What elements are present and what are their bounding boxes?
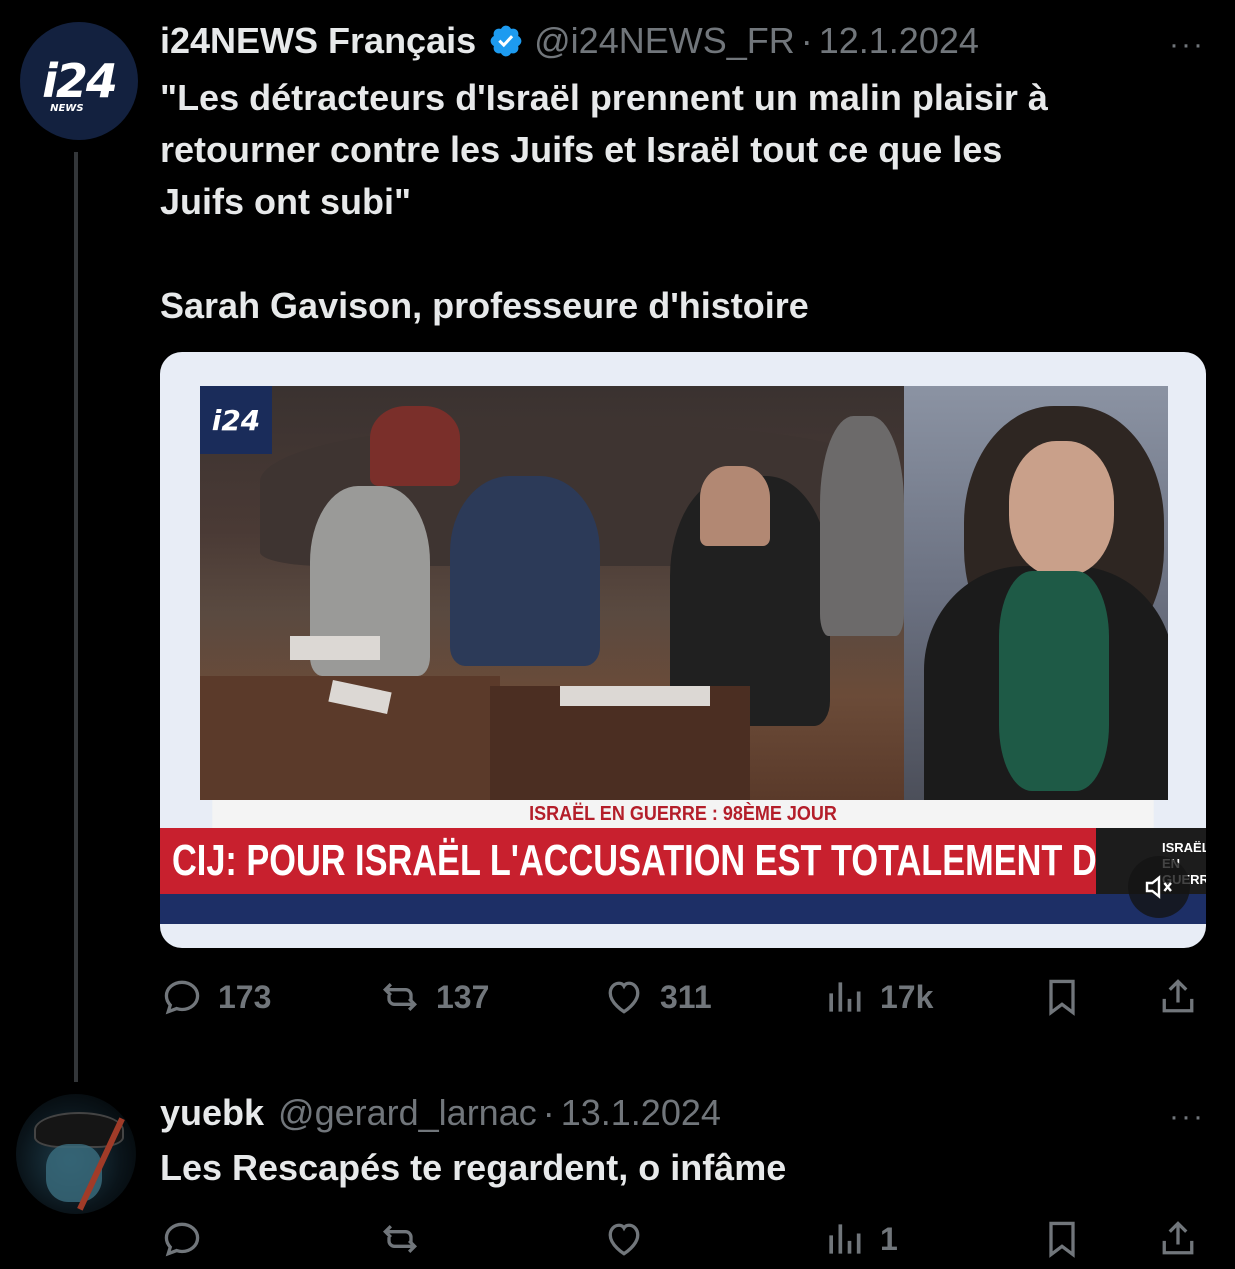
like-button[interactable]: 311 xyxy=(602,975,712,1019)
share-icon xyxy=(1162,979,1194,1013)
author-handle[interactable]: @i24NEWS_FR xyxy=(534,20,795,62)
views-button[interactable]: 17k xyxy=(822,975,933,1019)
tweet-text-line: Juifs ont subi" xyxy=(160,181,412,222)
ticker-bottom-bar xyxy=(160,894,1206,924)
bookmark-icon xyxy=(1049,1221,1075,1258)
reply-date[interactable]: 13.1.2024 xyxy=(561,1092,721,1134)
i24-channel-logo: i24 xyxy=(200,386,272,454)
avatar-logo-subtext: NEWS xyxy=(50,103,84,114)
speaker-muted-icon xyxy=(1145,875,1172,899)
repost-button[interactable]: 137 xyxy=(378,975,489,1019)
i24news-avatar[interactable]: i24 NEWS xyxy=(20,22,138,140)
heart-icon xyxy=(608,981,640,1014)
reply-icon xyxy=(164,1222,200,1257)
bookmark-icon xyxy=(1049,979,1075,1016)
reply-repost-button[interactable] xyxy=(378,1217,436,1261)
reply-like-button[interactable] xyxy=(602,1217,660,1261)
avatar-logo-text: i24 xyxy=(42,54,118,108)
video-frame: i24 xyxy=(200,386,1168,800)
tweet-actions: 173 137 311 17k xyxy=(160,972,1206,1022)
video-player[interactable]: i24 ISRAËL EN GUERRE : 98ÈME JOUR CIJ: P… xyxy=(160,352,1206,948)
reply-icon xyxy=(164,980,200,1015)
tweet-text-line: Sarah Gavison, professeure d'histoire xyxy=(160,285,809,326)
bookmark-button[interactable] xyxy=(1040,975,1084,1019)
share-icon xyxy=(1162,1221,1194,1255)
tweet-header: i24NEWS Français @i24NEWS_FR · 12.1.2024 xyxy=(160,20,979,62)
reply-more-options-icon[interactable]: ··· xyxy=(1169,1100,1205,1134)
tweet-text: "Les détracteurs d'Israël prennent un ma… xyxy=(160,72,1200,332)
analytics-icon xyxy=(829,982,861,1012)
reply-count: 173 xyxy=(218,978,272,1015)
tweet-text-line: "Les détracteurs d'Israël prennent un ma… xyxy=(160,77,1048,118)
reply-header: yuebk @gerard_larnac · 13.1.2024 xyxy=(160,1092,721,1134)
share-button[interactable] xyxy=(1156,975,1200,1019)
verified-badge-icon xyxy=(490,25,522,57)
reply-text: Les Rescapés te regardent, o infâme xyxy=(160,1142,1200,1194)
ticker-headline: CIJ: POUR ISRAËL L'ACCUSATION EST TOTALE… xyxy=(160,828,1206,894)
reply-bookmark-button[interactable] xyxy=(1040,1217,1084,1261)
reply-button[interactable]: 173 xyxy=(160,975,271,1019)
reply-share-button[interactable] xyxy=(1156,1217,1200,1261)
repost-count: 137 xyxy=(436,978,490,1015)
i24-logo: i24 NEWS xyxy=(42,54,118,114)
main-tweet[interactable]: i24 NEWS i24NEWS Français @i24NEWS_FR · 1… xyxy=(0,0,1235,1082)
reply-actions: 1 xyxy=(160,1214,1206,1264)
repost-icon xyxy=(382,1224,418,1254)
header-separator: · xyxy=(800,20,813,61)
guest-scene xyxy=(904,386,1168,800)
ticker-subtitle: ISRAËL EN GUERRE : 98ÈME JOUR xyxy=(212,800,1154,828)
like-count: 311 xyxy=(660,978,712,1015)
tweet-text-line: retourner contre les Juifs et Israël tou… xyxy=(160,129,1003,170)
more-options-icon[interactable]: ··· xyxy=(1169,28,1205,62)
reply-views-button[interactable]: 1 xyxy=(822,1217,898,1261)
reply-tweet[interactable]: yuebk @gerard_larnac · 13.1.2024 ··· Les… xyxy=(0,1080,1235,1269)
yuebk-avatar[interactable] xyxy=(16,1094,136,1214)
reply-author-name[interactable]: yuebk xyxy=(160,1092,264,1134)
heart-icon xyxy=(608,1223,640,1256)
reply-text-line: Les Rescapés te regardent, o infâme xyxy=(160,1147,787,1188)
mute-button[interactable] xyxy=(1128,856,1190,918)
view-count: 17k xyxy=(880,978,934,1015)
author-name[interactable]: i24NEWS Français xyxy=(160,20,476,62)
courtroom-scene xyxy=(200,386,904,800)
tweet-date[interactable]: 12.1.2024 xyxy=(819,20,979,62)
reply-header-separator: · xyxy=(542,1092,555,1133)
repost-icon xyxy=(382,982,418,1012)
reply-view-count: 1 xyxy=(880,1220,898,1257)
analytics-icon xyxy=(829,1224,861,1254)
reply-reply-button[interactable] xyxy=(160,1217,218,1261)
thread-connector-line xyxy=(74,152,78,1082)
ticker-headline-text: CIJ: POUR ISRAËL L'ACCUSATION EST TOTALE… xyxy=(172,836,1206,885)
reply-author-handle[interactable]: @gerard_larnac xyxy=(278,1092,537,1134)
